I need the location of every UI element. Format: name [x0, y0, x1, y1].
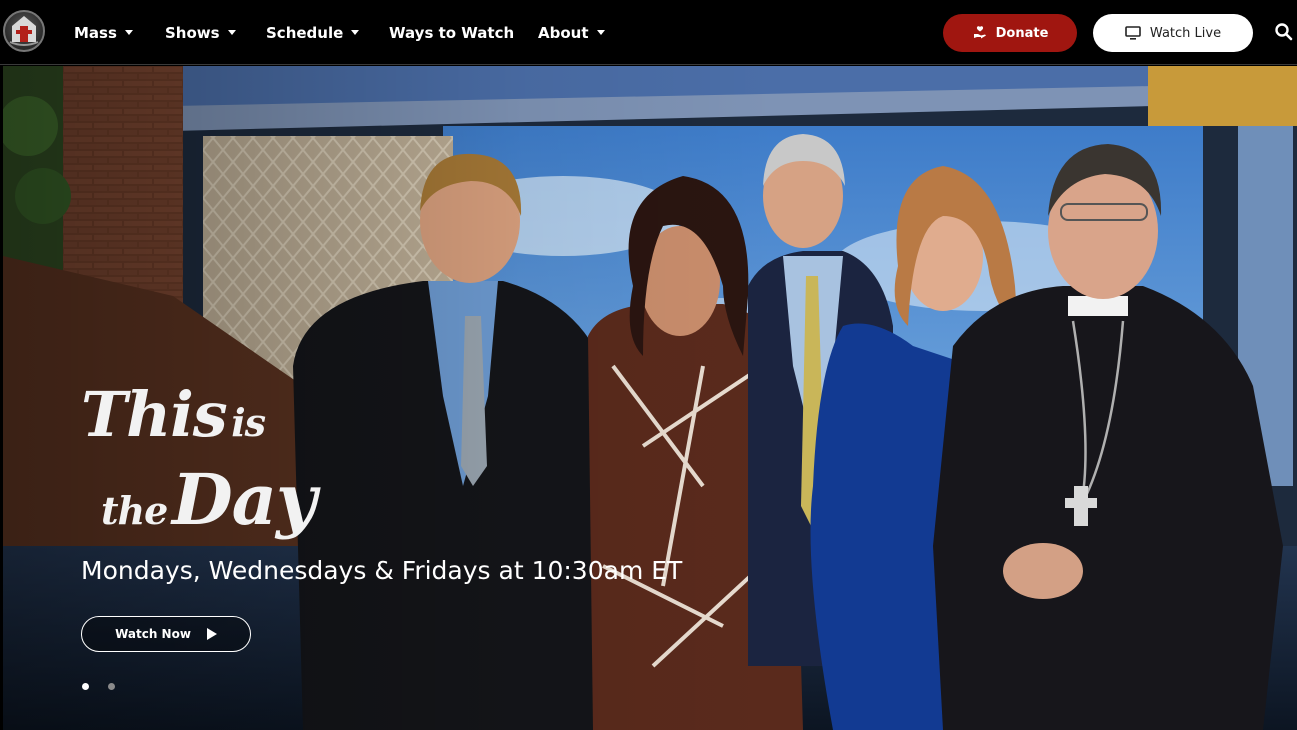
hero-carousel: This is the Day Mondays, Wednesdays & Fr… [3, 66, 1297, 730]
title-word-day: Day [171, 458, 317, 541]
show-schedule: Mondays, Wednesdays & Fridays at 10:30am… [81, 556, 683, 585]
carousel-dot-1[interactable] [82, 683, 89, 690]
title-word-this: This [81, 378, 228, 451]
nav-about-label: About [538, 23, 589, 42]
monitor-icon [1125, 26, 1141, 40]
chevron-down-icon [351, 30, 360, 35]
church-logo-icon[interactable] [3, 10, 45, 52]
show-title-line-1: This is [81, 378, 266, 451]
watch-live-label: Watch Live [1149, 25, 1222, 41]
hand-heart-icon [973, 26, 986, 39]
watch-now-label: Watch Now [115, 627, 191, 641]
nav-about[interactable]: About [538, 0, 605, 65]
nav-ways-to-watch-label: Ways to Watch [389, 23, 515, 42]
top-navbar: Mass Shows Schedule Ways to Watch About … [0, 0, 1297, 65]
nav-shows[interactable]: Shows [165, 0, 236, 65]
carousel-dot-2[interactable] [108, 683, 115, 690]
nav-mass[interactable]: Mass [74, 0, 133, 65]
donate-label: Donate [995, 25, 1049, 41]
nav-schedule[interactable]: Schedule [266, 0, 360, 65]
title-word-the: the [101, 488, 168, 533]
donate-button[interactable]: Donate [943, 14, 1077, 52]
chevron-down-icon [596, 30, 605, 35]
nav-shows-label: Shows [165, 23, 220, 42]
title-word-is: is [231, 400, 266, 445]
chevron-down-icon [124, 30, 133, 35]
show-title-line-2: the Day [101, 458, 317, 541]
nav-mass-label: Mass [74, 23, 117, 42]
search-icon[interactable] [1274, 22, 1294, 42]
nav-schedule-label: Schedule [266, 23, 344, 42]
nav-ways-to-watch[interactable]: Ways to Watch [389, 0, 514, 65]
watch-now-button[interactable]: Watch Now [81, 616, 251, 652]
play-icon [206, 628, 217, 640]
chevron-down-icon [227, 30, 236, 35]
watch-live-button[interactable]: Watch Live [1093, 14, 1253, 52]
